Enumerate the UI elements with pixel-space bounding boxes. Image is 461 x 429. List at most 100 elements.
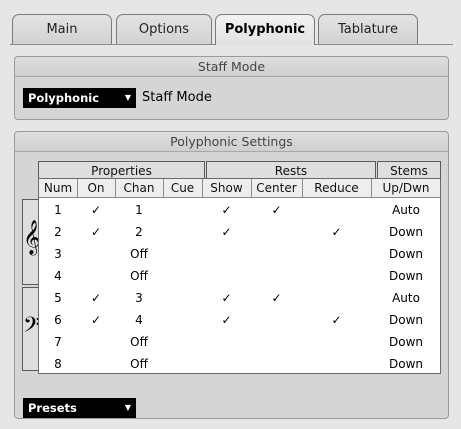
cell-on[interactable] bbox=[77, 245, 115, 264]
cell-num[interactable]: 4 bbox=[39, 267, 77, 286]
column-divider bbox=[163, 179, 164, 198]
cell-cue[interactable] bbox=[163, 245, 202, 264]
cell-reduce[interactable] bbox=[302, 267, 371, 286]
cell-center[interactable] bbox=[251, 311, 302, 330]
cell-cue[interactable] bbox=[163, 289, 202, 308]
cell-on[interactable] bbox=[77, 333, 115, 352]
cell-show[interactable]: ✓ bbox=[202, 201, 251, 220]
column-header-reduce[interactable]: Reduce bbox=[302, 179, 371, 197]
cell-show[interactable] bbox=[202, 267, 251, 286]
table-row[interactable]: 8 Off Down bbox=[39, 354, 440, 376]
cell-num[interactable]: 2 bbox=[39, 223, 77, 242]
column-divider bbox=[371, 179, 372, 198]
cell-reduce[interactable]: ✓ bbox=[302, 311, 371, 330]
cell-updown[interactable]: Auto bbox=[371, 289, 441, 308]
column-divider bbox=[115, 179, 116, 198]
cell-updown[interactable]: Down bbox=[371, 333, 441, 352]
cell-chan[interactable]: Off bbox=[115, 267, 163, 286]
cell-chan[interactable]: Off bbox=[115, 245, 163, 264]
cell-chan[interactable]: 1 bbox=[115, 201, 163, 220]
cell-chan[interactable]: Off bbox=[115, 333, 163, 352]
table-row[interactable]: 7 Off Down bbox=[39, 332, 440, 354]
cell-show[interactable] bbox=[202, 333, 251, 352]
cell-center[interactable]: ✓ bbox=[251, 201, 302, 220]
cell-center[interactable] bbox=[251, 267, 302, 286]
cell-on[interactable] bbox=[77, 355, 115, 374]
cell-center[interactable] bbox=[251, 333, 302, 352]
cell-reduce[interactable] bbox=[302, 201, 371, 220]
cell-updown[interactable]: Down bbox=[371, 355, 441, 374]
table-row[interactable]: 5 ✓ 3 ✓ ✓ Auto bbox=[39, 288, 440, 310]
cell-chan[interactable]: 2 bbox=[115, 223, 163, 242]
table-row[interactable]: 3 Off Down bbox=[39, 244, 440, 266]
cell-center[interactable] bbox=[251, 223, 302, 242]
cell-num[interactable]: 5 bbox=[39, 289, 77, 308]
cell-updown[interactable]: Down bbox=[371, 267, 441, 286]
cell-reduce[interactable] bbox=[302, 355, 371, 374]
cell-cue[interactable] bbox=[163, 333, 202, 352]
cell-show[interactable] bbox=[202, 245, 251, 264]
polyphonic-settings-table: Num On Chan Cue Show Center Reduce Up/Dwn 1 ✓ 1 ✓ ✓ A… bbox=[38, 178, 441, 374]
cell-center[interactable] bbox=[251, 245, 302, 264]
cell-on[interactable]: ✓ bbox=[77, 289, 115, 308]
cell-on[interactable]: ✓ bbox=[77, 311, 115, 330]
dropdown-arrow-icon: ▼ bbox=[124, 93, 131, 102]
cell-cue[interactable] bbox=[163, 311, 202, 330]
cell-cue[interactable] bbox=[163, 355, 202, 374]
column-header-center[interactable]: Center bbox=[251, 179, 302, 197]
cell-updown[interactable]: Down bbox=[371, 245, 441, 264]
column-header-on[interactable]: On bbox=[77, 179, 115, 197]
cell-show[interactable]: ✓ bbox=[202, 289, 251, 308]
table-row[interactable]: 1 ✓ 1 ✓ ✓ Auto bbox=[39, 200, 440, 222]
column-header-chan[interactable]: Chan bbox=[115, 179, 163, 197]
rests-group-header: Rests bbox=[206, 161, 376, 179]
column-divider bbox=[77, 179, 78, 198]
tab-main[interactable]: Main bbox=[12, 14, 112, 44]
cell-on[interactable]: ✓ bbox=[77, 223, 115, 242]
column-divider bbox=[251, 179, 252, 198]
cell-reduce[interactable] bbox=[302, 245, 371, 264]
column-header-cue[interactable]: Cue bbox=[163, 179, 202, 197]
cell-num[interactable]: 3 bbox=[39, 245, 77, 264]
cell-num[interactable]: 1 bbox=[39, 201, 77, 220]
cell-cue[interactable] bbox=[163, 223, 202, 242]
polyphonic-settings-header: Polyphonic Settings bbox=[15, 132, 448, 152]
cell-updown[interactable]: Down bbox=[371, 311, 441, 330]
cell-chan[interactable]: 3 bbox=[115, 289, 163, 308]
table-row[interactable]: 4 Off Down bbox=[39, 266, 440, 288]
cell-show[interactable]: ✓ bbox=[202, 311, 251, 330]
column-header-show[interactable]: Show bbox=[202, 179, 251, 197]
treble-staff-box: 𝄞 bbox=[22, 199, 41, 285]
bass-clef-icon: 𝄢 bbox=[23, 313, 40, 343]
cell-cue[interactable] bbox=[163, 201, 202, 220]
column-header-num[interactable]: Num bbox=[39, 179, 77, 197]
cell-num[interactable]: 8 bbox=[39, 355, 77, 374]
cell-on[interactable] bbox=[77, 267, 115, 286]
cell-reduce[interactable] bbox=[302, 289, 371, 308]
table-row[interactable]: 2 ✓ 2 ✓ ✓ Down bbox=[39, 222, 440, 244]
presets-label: Presets bbox=[28, 401, 77, 415]
cell-reduce[interactable] bbox=[302, 333, 371, 352]
cell-chan[interactable]: Off bbox=[115, 355, 163, 374]
cell-center[interactable] bbox=[251, 355, 302, 374]
cell-num[interactable]: 6 bbox=[39, 311, 77, 330]
cell-show[interactable]: ✓ bbox=[202, 223, 251, 242]
cell-center[interactable]: ✓ bbox=[251, 289, 302, 308]
column-header-updown[interactable]: Up/Dwn bbox=[371, 179, 441, 197]
staff-mode-dropdown[interactable]: Polyphonic ▼ bbox=[23, 88, 136, 108]
cell-chan[interactable]: 4 bbox=[115, 311, 163, 330]
presets-dropdown[interactable]: Presets ▼ bbox=[23, 398, 136, 418]
cell-show[interactable] bbox=[202, 355, 251, 374]
table-row[interactable]: 6 ✓ 4 ✓ ✓ Down bbox=[39, 310, 440, 332]
cell-num[interactable]: 7 bbox=[39, 333, 77, 352]
cell-reduce[interactable]: ✓ bbox=[302, 223, 371, 242]
cell-cue[interactable] bbox=[163, 267, 202, 286]
bass-staff-box: 𝄢 bbox=[22, 287, 40, 371]
cell-updown[interactable]: Down bbox=[371, 223, 441, 242]
tab-options[interactable]: Options bbox=[116, 14, 212, 44]
cell-updown[interactable]: Auto bbox=[371, 201, 441, 220]
tab-tablature[interactable]: Tablature bbox=[318, 14, 418, 44]
cell-on[interactable]: ✓ bbox=[77, 201, 115, 220]
column-divider bbox=[302, 179, 303, 198]
tab-polyphonic[interactable]: Polyphonic bbox=[215, 14, 315, 45]
